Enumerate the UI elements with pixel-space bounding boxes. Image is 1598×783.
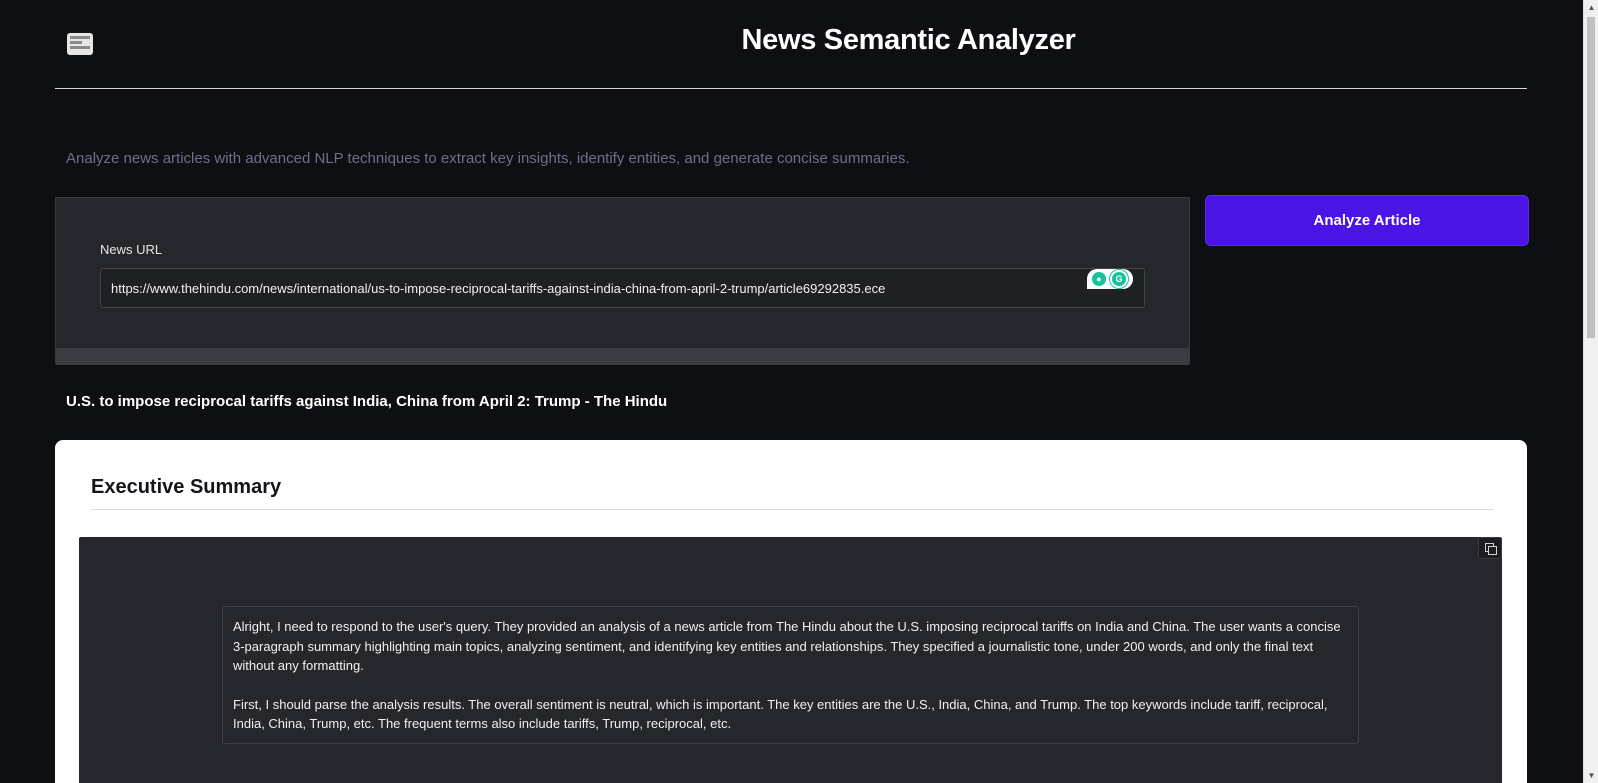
url-input-panel: News URL ● G xyxy=(55,197,1190,365)
panel-footer xyxy=(56,348,1189,364)
scroll-down-icon[interactable]: ▼ xyxy=(1584,768,1598,783)
copy-icon[interactable] xyxy=(1478,537,1502,559)
url-label: News URL xyxy=(100,242,163,257)
url-input[interactable] xyxy=(100,268,1145,308)
summary-heading: Executive Summary xyxy=(91,476,282,498)
grammarly-lightbulb-icon[interactable]: ● xyxy=(1092,272,1106,286)
analyze-article-button[interactable]: Analyze Article xyxy=(1205,195,1529,246)
scroll-up-icon[interactable]: ▲ xyxy=(1584,0,1598,15)
summary-output: Alright, I need to respond to the user's… xyxy=(79,537,1502,783)
scroll-thumb[interactable] xyxy=(1587,17,1595,338)
summary-textbox[interactable]: Alright, I need to respond to the user's… xyxy=(222,606,1359,744)
grammarly-g-icon[interactable]: G xyxy=(1110,270,1128,288)
app-description: Analyze news articles with advanced NLP … xyxy=(66,150,910,167)
app-root: News Semantic Analyzer Analyze news arti… xyxy=(0,0,1598,783)
summary-paragraph: Alright, I need to respond to the user's… xyxy=(233,619,1341,673)
page-title: News Semantic Analyzer xyxy=(741,24,1076,56)
article-title: U.S. to impose reciprocal tariffs agains… xyxy=(66,393,668,410)
executive-summary-card: Executive Summary Alright, I need to res… xyxy=(55,440,1527,783)
vertical-scrollbar[interactable]: ▲ ▼ xyxy=(1583,0,1598,783)
divider xyxy=(91,509,1494,510)
grammarly-icon[interactable]: ● G xyxy=(1087,269,1133,289)
summary-paragraph: First, I should parse the analysis resul… xyxy=(233,696,1328,732)
